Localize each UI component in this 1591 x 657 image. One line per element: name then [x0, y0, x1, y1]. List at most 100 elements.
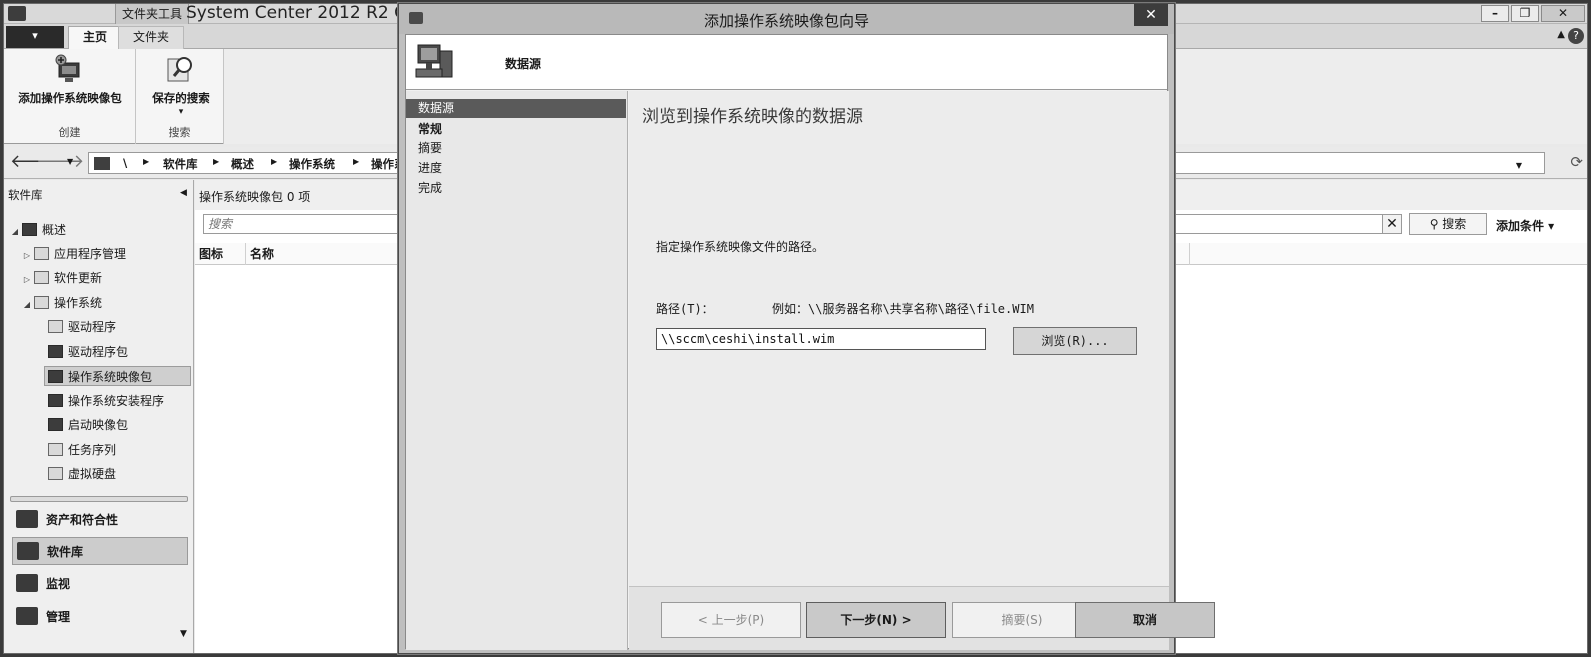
history-dropdown-icon[interactable]: ▼: [67, 157, 73, 166]
back-arrow-icon[interactable]: 🡐: [10, 153, 58, 173]
computer-icon: [414, 43, 456, 83]
tree-item-label: 启动映像包: [68, 418, 129, 432]
workspace-software-library[interactable]: 软件库: [12, 537, 188, 565]
workspace-assets-compliance[interactable]: 资产和符合性: [12, 506, 188, 534]
context-tab-folder-tools[interactable]: 文件夹工具: [115, 4, 190, 24]
breadcrumb-chevron-icon[interactable]: ▶: [143, 157, 149, 166]
path-input[interactable]: [656, 328, 986, 350]
path-label: 路径(T)：: [656, 302, 714, 316]
boot-image-icon: [48, 418, 63, 431]
search-button[interactable]: ⚲ 搜索: [1409, 213, 1487, 235]
wizard-body: 浏览到操作系统映像的数据源 指定操作系统映像文件的路径。 路径(T)： 例如：\…: [629, 91, 1169, 586]
tree-item-driver-packages[interactable]: 驱动程序包: [48, 342, 128, 362]
tree-item-operating-systems[interactable]: ◢ 操作系统: [20, 293, 102, 313]
breadcrumb-operating-systems[interactable]: 操作系统: [289, 156, 335, 172]
cancel-button[interactable]: 取消: [1075, 602, 1215, 638]
os-installer-icon: [48, 394, 63, 407]
virtual-disk-icon: [48, 467, 63, 480]
clear-search-icon[interactable]: ✕: [1382, 214, 1402, 234]
step-completion: 完成: [418, 181, 443, 195]
maximize-button[interactable]: ❐: [1511, 5, 1539, 22]
collapse-pane-icon[interactable]: ◀: [180, 188, 187, 198]
ribbon-collapse-icon[interactable]: ▲: [1557, 29, 1565, 40]
tree-item-app-management[interactable]: ▷ 应用程序管理: [20, 244, 126, 264]
tree-item-virtual-hard-disks[interactable]: 虚拟硬盘: [48, 464, 116, 484]
workspace-label: 监视: [46, 577, 71, 591]
step-progress: 进度: [418, 161, 443, 175]
tree-item-label: 操作系统映像包: [68, 370, 153, 384]
breadcrumb-overview[interactable]: 概述: [231, 156, 254, 172]
wizard-steps: 数据源 常规 摘要 进度 完成: [406, 91, 628, 650]
saved-searches-button[interactable]: 保存的搜索 ▾: [146, 53, 216, 119]
breadcrumb-chevron-icon[interactable]: ▶: [271, 157, 277, 166]
tree-item-drivers[interactable]: 驱动程序: [48, 317, 116, 337]
pane-splitter[interactable]: [10, 496, 188, 502]
breadcrumb-root[interactable]: \: [123, 156, 127, 170]
expanded-triangle-icon[interactable]: ◢: [8, 222, 22, 242]
expanded-triangle-icon[interactable]: ◢: [20, 295, 34, 315]
monitoring-icon: [16, 574, 38, 592]
column-header-label: 名称: [250, 247, 275, 261]
close-button[interactable]: ✕: [1541, 5, 1585, 22]
tree-item-overview[interactable]: ◢ 概述: [8, 220, 66, 240]
os-image-icon: [48, 370, 63, 383]
wizard-close-button[interactable]: ✕: [1134, 4, 1168, 26]
next-button[interactable]: 下一步(N) >: [806, 602, 946, 638]
summary-button[interactable]: 摘要(S): [952, 602, 1092, 638]
driver-icon: [48, 320, 63, 333]
file-menu-button[interactable]: ▾: [6, 26, 64, 48]
forward-arrow-icon[interactable]: 🡒: [36, 153, 84, 173]
wizard-footer: < 上一步(P) 下一步(N) > 摘要(S) 取消: [629, 586, 1215, 650]
wizard-page-title: 浏览到操作系统映像的数据源: [642, 107, 863, 127]
workspace-label: 管理: [46, 610, 71, 624]
folder-icon: [34, 247, 49, 260]
collapsed-triangle-icon[interactable]: ▷: [20, 246, 34, 266]
ribbon-group-create: 添加操作系统映像包 创建: [4, 49, 136, 144]
tree-item-software-updates[interactable]: ▷ 软件更新: [20, 268, 102, 288]
saved-searches-dropdown-icon: ▾: [178, 107, 184, 117]
workspace-label: 软件库: [47, 545, 84, 559]
tab-folder[interactable]: 文件夹: [118, 26, 185, 49]
breadcrumb-chevron-icon[interactable]: ▶: [213, 157, 219, 166]
add-os-image-button[interactable]: 添加操作系统映像包: [10, 53, 130, 105]
navigation-pane: 软件库 ◀ ◢ 概述 ▷ 应用程序管理 ▷ 软件更新 ◢ 操作系统 驱动程序 驱动程序包…: [4, 180, 194, 653]
column-header-icon[interactable]: 图标: [195, 243, 246, 265]
previous-button[interactable]: < 上一步(P): [661, 602, 801, 638]
breadcrumb-chevron-icon[interactable]: ▶: [353, 157, 359, 166]
scroll-down-icon[interactable]: ▼: [180, 629, 187, 639]
software-library-icon: [17, 542, 39, 560]
collapsed-triangle-icon[interactable]: ▷: [20, 270, 34, 290]
tree-item-os-installers[interactable]: 操作系统安装程序: [48, 391, 164, 411]
task-sequence-icon: [48, 443, 63, 456]
add-os-image-label: 添加操作系统映像包: [18, 91, 122, 105]
path-example: 例如：\\服务器名称\共享名称\路径\file.WIM: [772, 302, 1034, 316]
wizard-title: 添加操作系统映像包向导: [703, 12, 869, 30]
driver-package-icon: [48, 345, 63, 358]
workspace-administration[interactable]: 管理: [12, 603, 188, 631]
address-dropdown-icon[interactable]: ▼: [1516, 161, 1522, 170]
saved-search-icon: [164, 53, 198, 85]
computer-icon: [94, 157, 110, 170]
search-button-label: 搜索: [1442, 217, 1467, 231]
breadcrumb-software-library[interactable]: 软件库: [163, 156, 198, 172]
minimize-button[interactable]: –: [1481, 5, 1509, 22]
wizard-header: 数据源: [406, 35, 1167, 90]
wizard-titlebar: 添加操作系统映像包向导 ✕: [399, 4, 1174, 34]
tab-home[interactable]: 主页: [68, 26, 123, 49]
overview-icon: [22, 223, 37, 236]
tree-item-boot-images[interactable]: 启动映像包: [48, 415, 128, 435]
step-general: 常规: [418, 122, 443, 136]
add-criteria-button[interactable]: 添加条件 ▾: [1496, 217, 1554, 234]
browse-button[interactable]: 浏览(R)...: [1013, 327, 1137, 355]
search-icon: ⚲: [1429, 217, 1443, 231]
workspace-monitoring[interactable]: 监视: [12, 570, 188, 598]
tree-item-task-sequences[interactable]: 任务序列: [48, 440, 116, 460]
saved-searches-label: 保存的搜索: [152, 91, 210, 105]
add-os-image-wizard: 添加操作系统映像包向导 ✕ 数据源 数据源 常规 摘要 进度 完成 浏览到操作系…: [398, 3, 1215, 654]
tree-item-label: 操作系统安装程序: [68, 394, 165, 408]
wizard-content: 数据源 数据源 常规 摘要 进度 完成 浏览到操作系统映像的数据源 指定操作系统…: [405, 34, 1215, 650]
tree-item-os-images[interactable]: 操作系统映像包: [44, 366, 191, 386]
refresh-icon[interactable]: ⟳: [1570, 153, 1583, 171]
help-icon[interactable]: ?: [1568, 28, 1584, 44]
step-data-source: 数据源: [406, 99, 626, 118]
